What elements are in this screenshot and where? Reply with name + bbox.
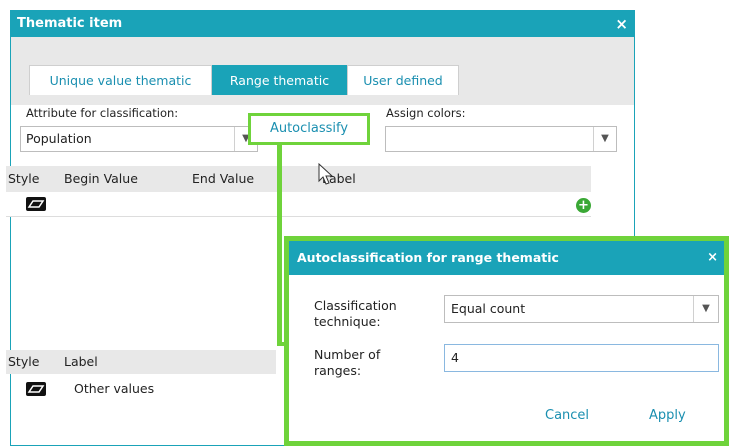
column-header-begin-value: Begin Value <box>64 171 138 186</box>
other-values-label: Other values <box>74 381 155 396</box>
add-icon[interactable]: + <box>576 198 591 213</box>
range-grid-row[interactable]: + <box>6 192 591 217</box>
assign-colors-select[interactable]: ▼ <box>385 126 617 152</box>
mouse-cursor-icon <box>318 163 334 185</box>
tab-user-defined[interactable]: User defined <box>347 65 459 95</box>
style-swatch-icon[interactable] <box>26 382 46 396</box>
range-grid-header: Style Begin Value End Value Label <box>6 166 591 192</box>
assign-colors-label: Assign colors: <box>386 106 466 120</box>
cancel-button[interactable]: Cancel <box>545 408 589 423</box>
chevron-down-icon[interactable]: ▼ <box>593 127 616 151</box>
close-icon[interactable]: × <box>615 11 628 37</box>
column-header-end-value: End Value <box>192 171 255 186</box>
column-header-label: Label <box>64 354 98 369</box>
popup-title-bar: Autoclassification for range thematic × <box>289 241 724 275</box>
tabs-bar: Unique value thematic Range thematic Use… <box>11 37 634 105</box>
dialog-title-bar: Thematic item × <box>11 11 634 37</box>
chevron-down-icon[interactable]: ▼ <box>693 296 718 322</box>
attribute-value: Population <box>26 131 92 146</box>
number-of-ranges-label: Number of ranges: <box>314 347 381 378</box>
tab-range-thematic[interactable]: Range thematic <box>212 65 347 95</box>
attribute-label: Attribute for classification: <box>26 106 179 120</box>
tab-unique-value-thematic[interactable]: Unique value thematic <box>29 65 212 95</box>
popup-title: Autoclassification for range thematic <box>297 250 559 265</box>
style-swatch-icon[interactable] <box>26 197 46 211</box>
close-icon[interactable]: × <box>707 241 718 275</box>
technique-label: Classification technique: <box>314 298 397 329</box>
autoclassification-popup: Autoclassification for range thematic × … <box>284 236 729 446</box>
number-of-ranges-input[interactable]: 4 <box>444 344 719 372</box>
technique-value: Equal count <box>451 301 526 316</box>
connector-line <box>277 145 282 346</box>
dialog-title: Thematic item <box>17 16 123 31</box>
autoclassify-button[interactable]: Autoclassify <box>248 113 370 145</box>
other-values-grid-header: Style Label <box>6 350 276 374</box>
technique-select[interactable]: Equal count ▼ <box>444 295 719 323</box>
column-header-style: Style <box>8 171 40 186</box>
apply-button[interactable]: Apply <box>649 408 686 423</box>
attribute-select[interactable]: Population ▼ <box>20 126 258 152</box>
column-header-style: Style <box>8 354 40 369</box>
